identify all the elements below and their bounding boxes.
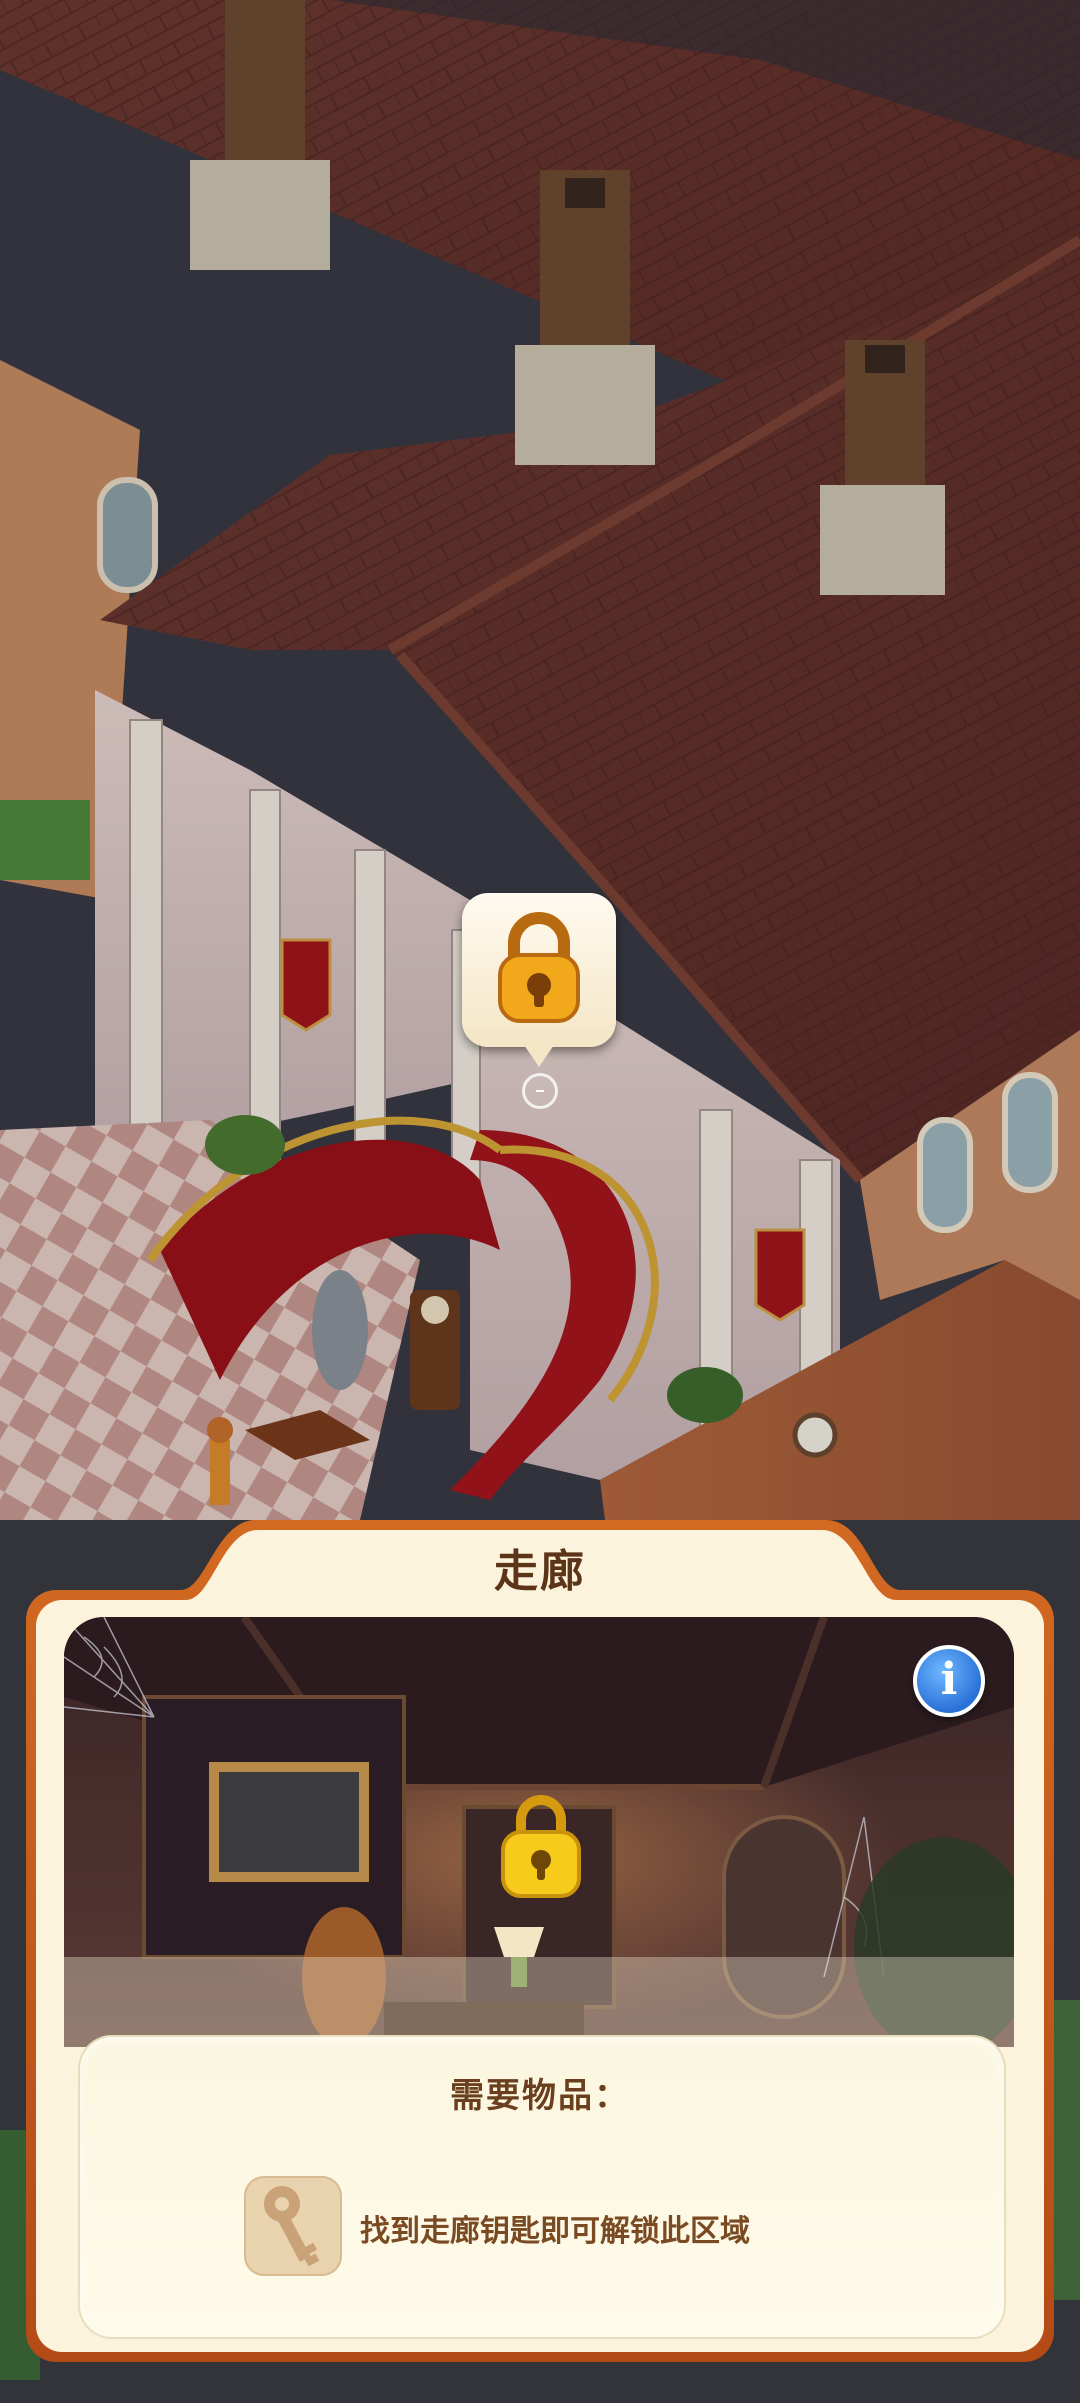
requirement-description: 找到走廊钥匙即可解锁此区域: [360, 2206, 750, 2250]
requirement-prefix: 找到: [360, 2214, 420, 2249]
required-item-name: 走廊钥匙: [420, 2214, 540, 2249]
padlock-icon: [497, 1790, 585, 1902]
info-button[interactable]: i: [913, 1645, 985, 1717]
location-pin: [522, 1073, 558, 1109]
locked-area-marker[interactable]: [462, 893, 616, 1067]
requirement-suffix: 即可解锁此区域: [540, 2214, 750, 2249]
padlock-icon: [498, 912, 580, 1023]
requirements-heading: 需要物品：: [450, 2076, 630, 2116]
room-title: 走廊: [494, 1546, 586, 1597]
required-item-slot[interactable]: [244, 2176, 342, 2276]
key-icon: [264, 2186, 320, 2267]
